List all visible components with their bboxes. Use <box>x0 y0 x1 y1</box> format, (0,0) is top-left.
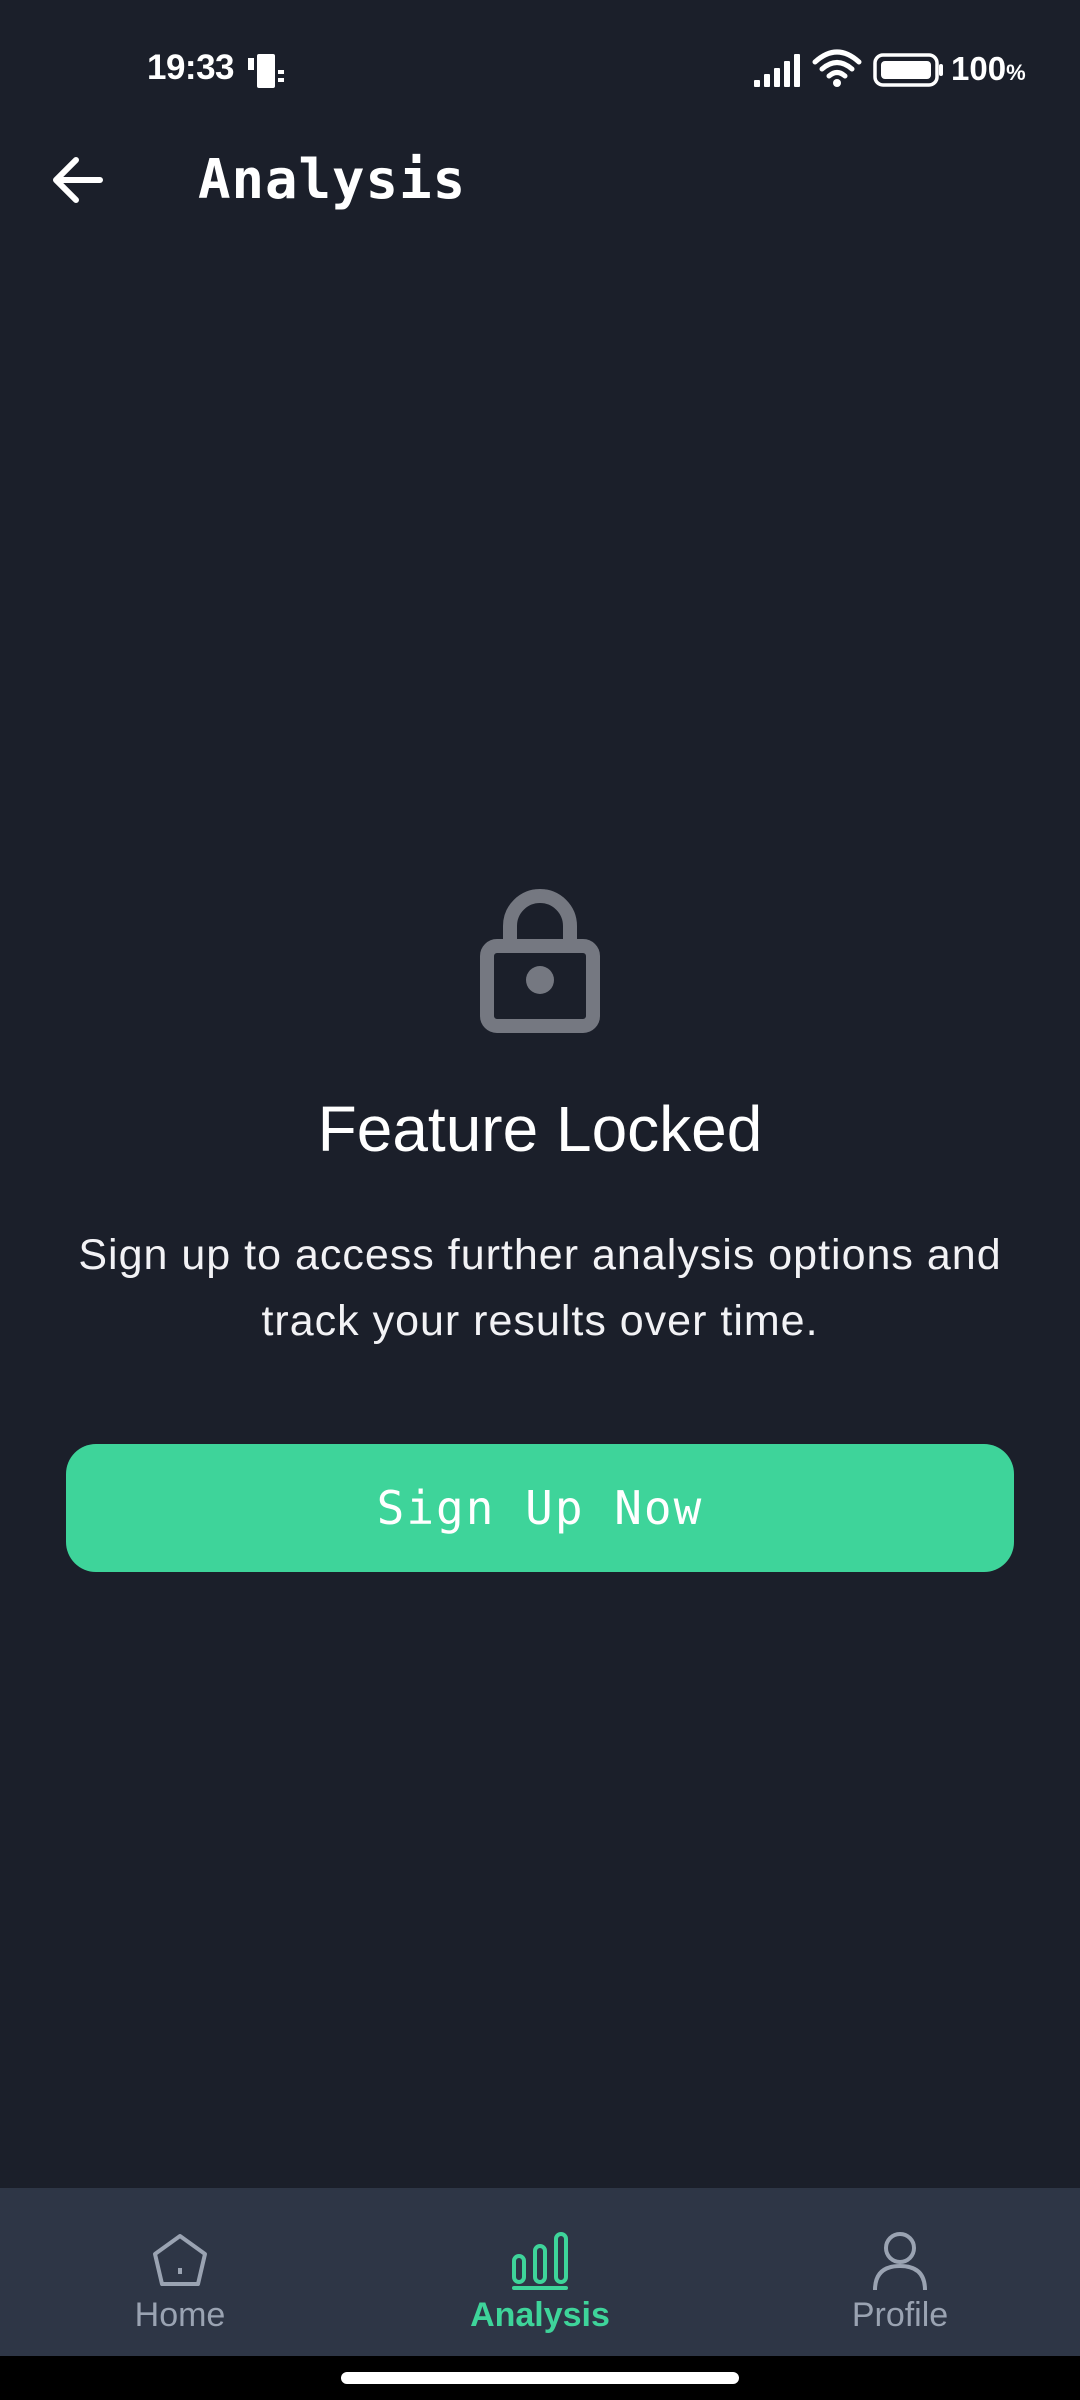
bar-chart-icon <box>512 2232 568 2290</box>
sign-up-button[interactable]: Sign Up Now <box>66 1444 1014 1572</box>
back-button[interactable] <box>40 140 120 220</box>
sign-up-label: Sign Up Now <box>376 1481 704 1535</box>
nav-label-home: Home <box>134 2296 226 2334</box>
nav-item-analysis[interactable]: Analysis <box>360 2188 720 2356</box>
battery-unit: % <box>1006 60 1026 85</box>
home-icon <box>153 2234 207 2286</box>
nav-item-profile[interactable]: Profile <box>720 2188 1080 2356</box>
status-bar: 19:33 100% <box>0 0 1080 140</box>
nav-label-profile: Profile <box>851 2296 949 2334</box>
locked-title: Feature Locked <box>317 1093 763 1165</box>
page-title: Analysis <box>198 148 467 211</box>
locked-description: Sign up to access further analysis optio… <box>78 1231 1002 1345</box>
signal-icon <box>754 54 800 87</box>
person-icon <box>873 2232 927 2291</box>
wifi-icon <box>812 49 862 87</box>
home-indicator[interactable] <box>341 2372 739 2384</box>
screen: 19:33 100% Analysis Feature Locked Sign … <box>0 0 1080 2400</box>
nav-label-analysis: Analysis <box>470 2296 610 2334</box>
arrow-left-icon <box>53 157 103 203</box>
status-time: 19:33 <box>147 48 235 87</box>
sim-card-icon <box>248 54 284 88</box>
nav-item-home[interactable]: Home <box>0 2188 360 2356</box>
battery-percent: 100 <box>951 50 1007 87</box>
bottom-navigation: Home Analysis Profile <box>0 2188 1080 2356</box>
battery-icon <box>873 53 943 87</box>
lock-icon <box>480 889 600 1033</box>
battery-level: 100% <box>951 50 1026 88</box>
